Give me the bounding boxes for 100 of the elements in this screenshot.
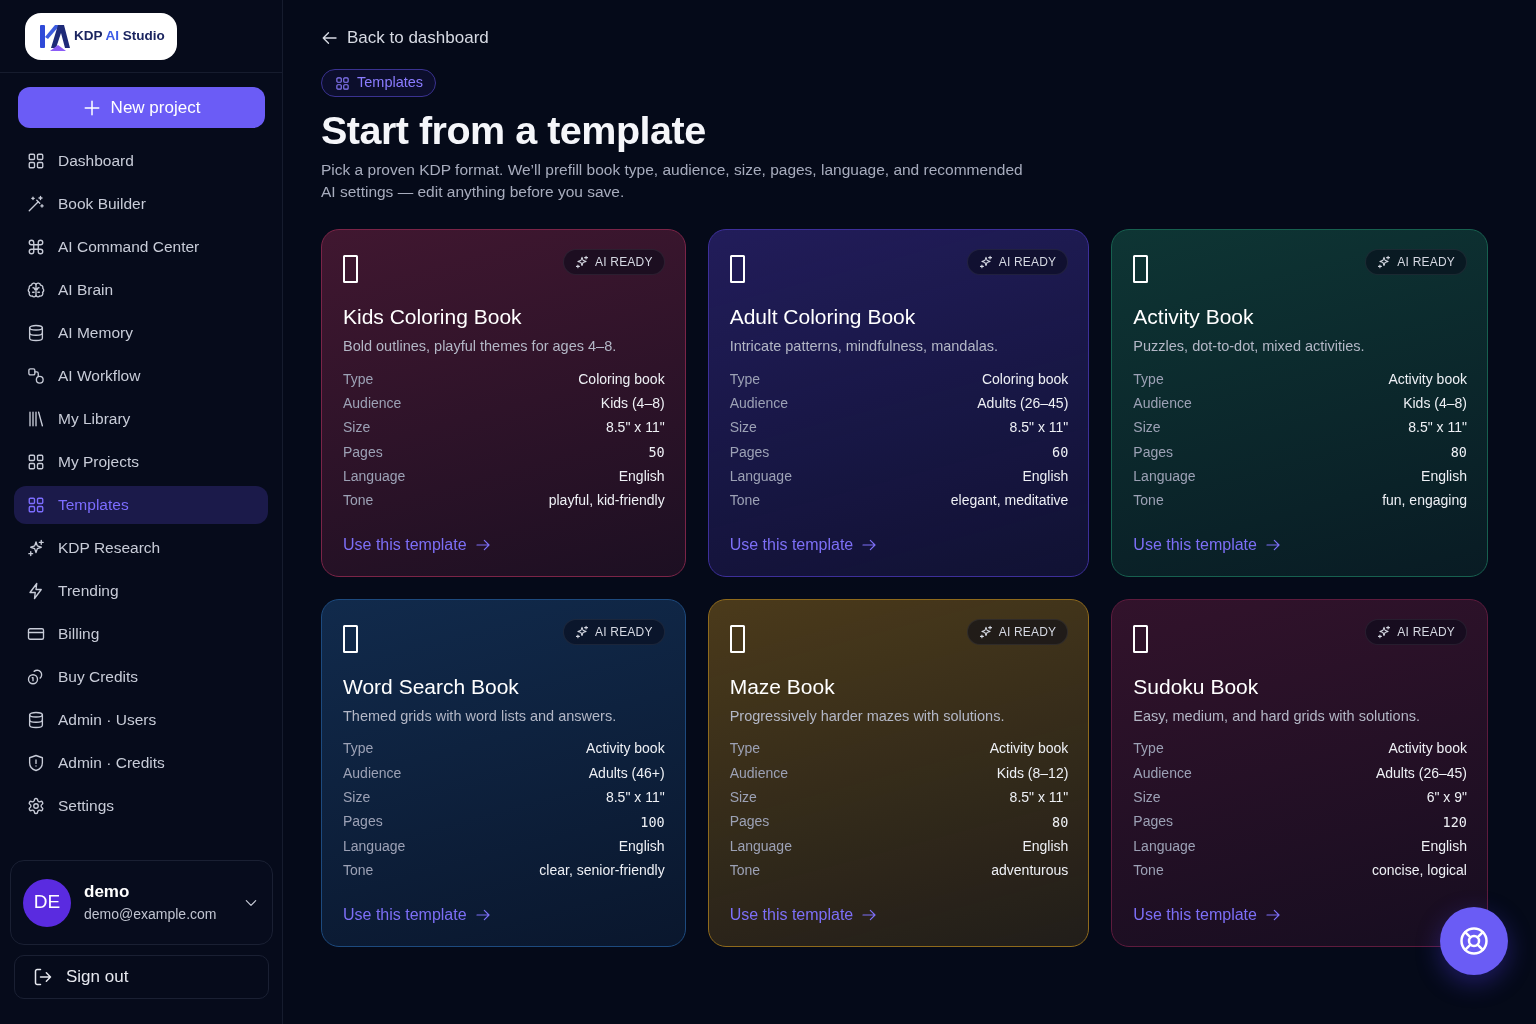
sidebar-item[interactable]: Book Builder — [14, 185, 268, 223]
spec-value: Kids (4–8) — [1403, 393, 1467, 413]
sidebar-item[interactable]: AI Brain — [14, 271, 268, 309]
sign-out-button[interactable]: Sign out — [14, 955, 269, 999]
shield-icon — [27, 754, 45, 772]
sparkles-icon — [27, 539, 45, 557]
arrow-left-icon — [321, 29, 339, 47]
brain-icon — [27, 281, 45, 299]
card-description: Easy, medium, and hard grids with solutions. — [1133, 706, 1421, 726]
spec-label: Audience — [729, 763, 789, 783]
spec-label: Audience — [1133, 763, 1192, 783]
lightning-icon — [27, 582, 45, 600]
spec-label: Language — [729, 466, 792, 486]
spec-label: Tone — [729, 491, 760, 511]
sparkles-icon — [575, 624, 589, 639]
card-title: Word Search Book — [343, 673, 520, 700]
card-description: Themed grids with word lists and answers. — [343, 706, 618, 726]
sparkles-icon — [978, 255, 993, 269]
sidebar-item[interactable]: AI Memory — [14, 314, 268, 352]
spec-value: English — [618, 836, 665, 856]
spec-value: elegant, meditative — [950, 491, 1069, 511]
spec-value: Kids (8–12) — [996, 763, 1069, 783]
page-description: Pick a proven KDP format. We’ll prefill book type, audience, size, pages, language, and recommended AI settings — edit anything before you save. — [321, 160, 1024, 202]
user-name: demo — [84, 881, 130, 903]
account-menu[interactable]: DE demo demo@example.com — [10, 860, 273, 945]
sidebar-item[interactable]: Dashboard — [14, 142, 268, 180]
database-icon — [27, 711, 45, 729]
spec-label: Tone — [1133, 860, 1164, 880]
ai-ready-label: AI READY — [595, 254, 653, 271]
spec-label: Audience — [729, 393, 789, 413]
use-template-link[interactable]: Use this template — [729, 882, 878, 926]
spec-value: 8.5" x 11" — [605, 418, 665, 438]
help-button[interactable] — [1440, 907, 1508, 975]
user-email: demo@example.com — [84, 906, 217, 924]
use-template-link[interactable]: Use this template — [343, 512, 491, 556]
avatar: DE — [23, 878, 71, 927]
grid-icon — [27, 152, 45, 170]
spec-label: Type — [1133, 739, 1164, 759]
spec-value: English — [1421, 836, 1467, 856]
sidebar-item[interactable]: Admin · Users — [14, 701, 268, 739]
section-tag-label: Templates — [357, 73, 424, 93]
workflow-icon — [27, 367, 45, 385]
spec-label: Type — [343, 369, 374, 389]
card-title: Sudoku Book — [1133, 673, 1260, 700]
spec-label: Size — [343, 418, 371, 438]
spec-value: clear, senior-friendly — [539, 860, 665, 880]
empty-glyph-icon — [1133, 255, 1149, 283]
spec-value: 100 — [640, 812, 665, 832]
sidebar-item[interactable]: Billing — [14, 615, 268, 653]
spec-value: 6" x 9" — [1426, 788, 1467, 807]
ai-ready-label: AI READY — [1397, 623, 1455, 641]
grid-icon — [27, 496, 45, 514]
database-icon — [27, 324, 45, 342]
grid-icon — [335, 75, 350, 91]
sidebar-item[interactable]: My Projects — [14, 443, 268, 481]
spec-label: Audience — [1133, 393, 1192, 413]
use-template-link[interactable]: Use this template — [729, 512, 878, 556]
spec-value: concise, logical — [1372, 860, 1467, 880]
sparkles-icon — [1377, 255, 1392, 269]
spec-value: Activity book — [586, 739, 665, 759]
spec-label: Tone — [729, 860, 760, 880]
coins-icon — [27, 668, 45, 686]
use-template-link[interactable]: Use this template — [1133, 882, 1281, 926]
spec-value: 8.5" x 11" — [1009, 418, 1069, 438]
back-link[interactable]: Back to dashboard — [321, 27, 489, 49]
card-title: Kids Coloring Book — [343, 304, 523, 330]
spec-label: Type — [1133, 369, 1164, 389]
new-project-button[interactable]: New project — [18, 87, 265, 128]
spec-value: Coloring book — [981, 369, 1069, 389]
spec-label: Language — [1133, 836, 1196, 856]
spec-label: Size — [1133, 788, 1161, 807]
sidebar-item[interactable]: Buy Credits — [14, 658, 268, 696]
spec-value: Adults (26–45) — [977, 393, 1069, 413]
plus-icon — [82, 98, 101, 117]
sidebar-item[interactable]: Settings — [14, 787, 268, 825]
sidebar-item[interactable]: AI Command Center — [14, 228, 268, 266]
card-description: Puzzles, dot-to-dot, mixed activities. — [1133, 337, 1366, 356]
spec-label: Pages — [1133, 812, 1174, 832]
spec-value: English — [1022, 466, 1069, 486]
spec-label: Pages — [343, 812, 383, 832]
ai-ready-label: AI READY — [998, 254, 1057, 271]
lifebuoy-icon — [1459, 926, 1489, 956]
empty-glyph-icon — [343, 624, 358, 653]
sidebar-item[interactable]: Trending — [14, 572, 268, 610]
credit-card-icon — [27, 625, 45, 643]
sidebar-item[interactable]: My Library — [14, 400, 268, 438]
spec-value: 60 — [1052, 442, 1069, 462]
spec-label: Language — [1133, 466, 1196, 486]
spec-value: 50 — [648, 442, 665, 462]
spec-label: Size — [729, 418, 757, 438]
sidebar-item[interactable]: AI Workflow — [14, 357, 268, 395]
sparkles-icon — [1377, 624, 1392, 639]
sidebar-item[interactable]: Templates — [14, 486, 268, 524]
spec-label: Language — [729, 836, 792, 856]
use-template-link[interactable]: Use this template — [1133, 512, 1281, 556]
use-template-link[interactable]: Use this template — [343, 882, 491, 926]
page-title: Start from a template — [321, 107, 706, 154]
sidebar-item[interactable]: Admin · Credits — [14, 744, 268, 782]
card-description: Progressively harder mazes with solutions. — [729, 706, 1006, 726]
sidebar-item[interactable]: KDP Research — [14, 529, 268, 567]
